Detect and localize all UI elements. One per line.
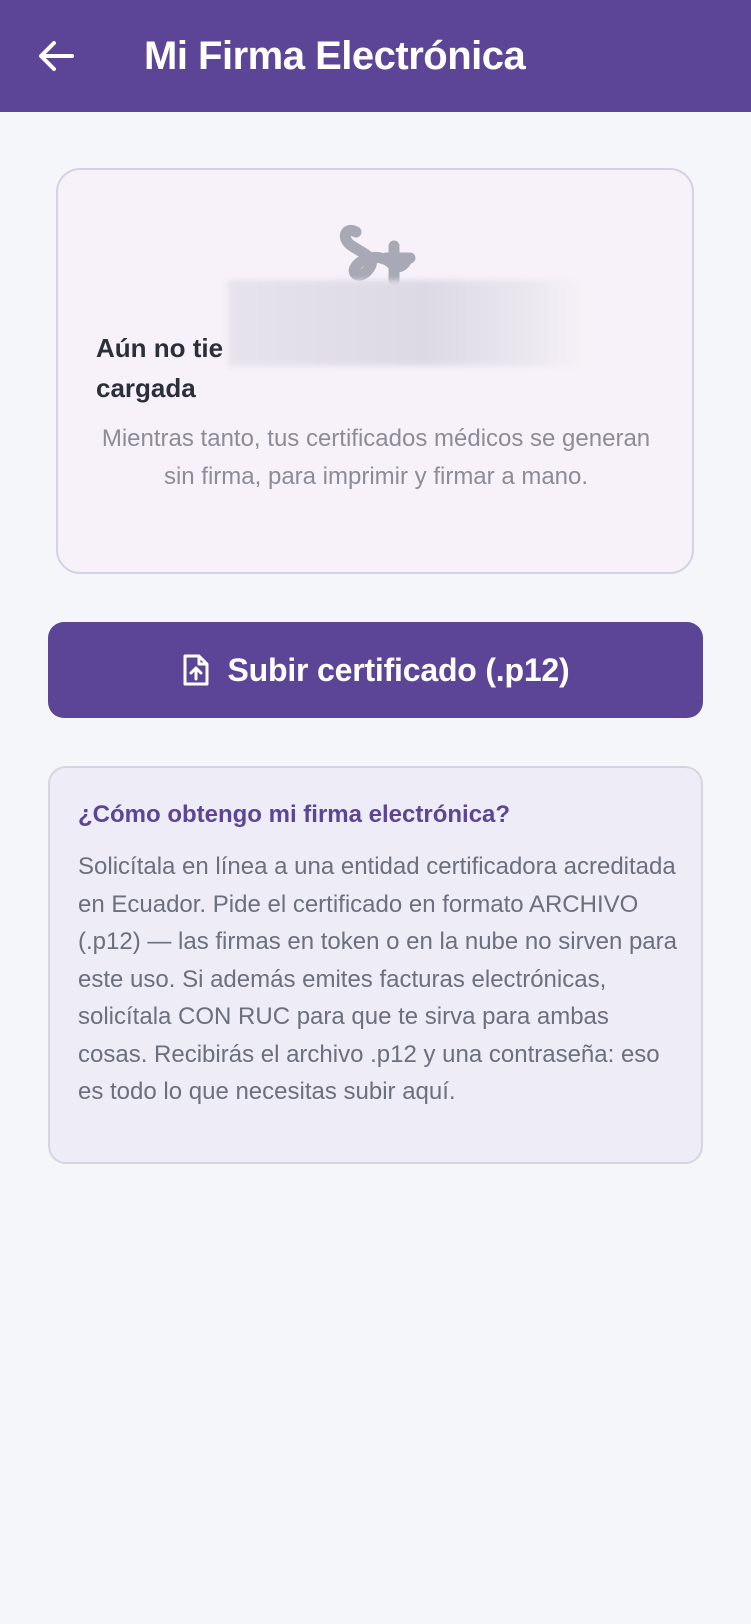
- signature-icon: [339, 225, 416, 286]
- back-button[interactable]: [30, 32, 82, 80]
- file-upload-icon: [183, 654, 209, 686]
- upload-certificate-label: Subir certificado (.p12): [227, 651, 570, 688]
- status-title-line-2: cargada: [96, 373, 196, 403]
- info-card: ¿Cómo obtengo mi firma electrónica? Soli…: [48, 766, 703, 1164]
- app-bar: Mi Firma Electrónica: [0, 0, 751, 112]
- signature-status-card: Aún no tie cargada Mientras tanto, tus c…: [56, 168, 694, 574]
- info-title: ¿Cómo obtengo mi firma electrónica?: [78, 801, 511, 828]
- redaction-blur: [228, 280, 588, 366]
- upload-certificate-button[interactable]: Subir certificado (.p12): [48, 622, 703, 718]
- page-title: Mi Firma Electrónica: [144, 34, 526, 78]
- status-description: Mientras tanto, tus certificados médicos…: [101, 425, 651, 490]
- info-body: Solicítala en línea a una entidad certif…: [78, 853, 677, 1105]
- arrow-left-icon: [39, 41, 74, 71]
